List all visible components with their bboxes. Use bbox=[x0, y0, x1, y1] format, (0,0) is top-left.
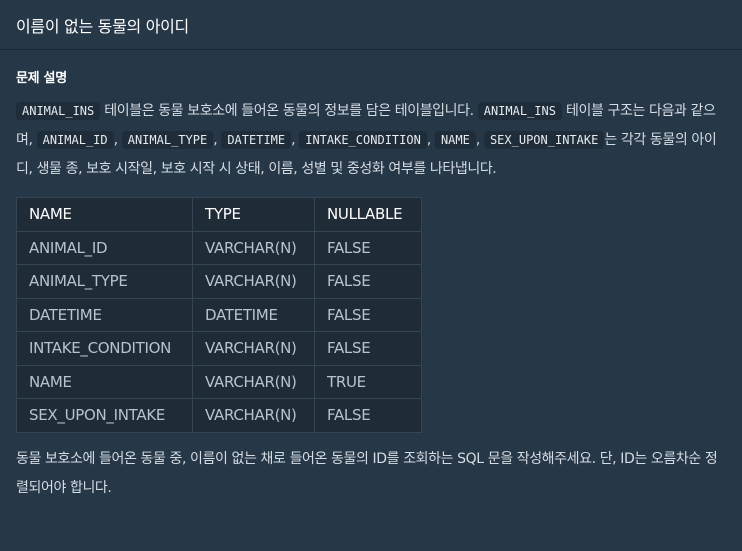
table-row: NAME VARCHAR(N) TRUE bbox=[16, 364, 422, 399]
table-cell: FALSE bbox=[314, 398, 422, 433]
schema-table: NAME TYPE NULLABLE ANIMAL_ID VARCHAR(N) … bbox=[16, 197, 422, 433]
problem-description: ANIMAL_INS 테이블은 동물 보호소에 들어온 동물의 정보를 담은 테… bbox=[16, 97, 726, 184]
table-cell: VARCHAR(N) bbox=[192, 264, 315, 299]
table-cell: DATETIME bbox=[192, 297, 315, 332]
code-animal-ins: ANIMAL_INS bbox=[16, 102, 101, 120]
table-row: DATETIME DATETIME FALSE bbox=[16, 297, 422, 332]
table-cell: SEX_UPON_INTAKE bbox=[16, 398, 193, 433]
column-header-nullable: NULLABLE bbox=[314, 197, 422, 232]
code-intake-condition: INTAKE_CONDITION bbox=[299, 131, 427, 149]
table-cell: ANIMAL_TYPE bbox=[16, 264, 193, 299]
code-sex-upon-intake: SEX_UPON_INTAKE bbox=[483, 131, 605, 149]
code-animal-type: ANIMAL_TYPE bbox=[121, 131, 214, 149]
table-cell: VARCHAR(N) bbox=[192, 398, 315, 433]
table-cell: FALSE bbox=[314, 331, 422, 366]
table-cell: DATETIME bbox=[16, 297, 193, 332]
table-cell: VARCHAR(N) bbox=[192, 230, 315, 265]
table-header-row: NAME TYPE NULLABLE bbox=[16, 197, 422, 232]
problem-task: 동물 보호소에 들어온 동물 중, 이름이 없는 채로 들어온 동물의 ID를 … bbox=[16, 450, 718, 496]
table-row: SEX_UPON_INTAKE VARCHAR(N) FALSE bbox=[16, 398, 422, 433]
table-cell: FALSE bbox=[314, 264, 422, 299]
problem-header: 이름이 없는 동물의 아이디 bbox=[0, 0, 742, 50]
table-cell: FALSE bbox=[314, 297, 422, 332]
table-cell: TRUE bbox=[314, 364, 422, 399]
table-row: ANIMAL_ID VARCHAR(N) FALSE bbox=[16, 230, 422, 265]
column-header-name: NAME bbox=[16, 197, 193, 232]
code-datetime: DATETIME bbox=[221, 131, 292, 149]
table-cell: FALSE bbox=[314, 230, 422, 265]
desc-text-1: 테이블은 동물 보호소에 들어온 동물의 정보를 담은 테이블입니다. bbox=[100, 103, 478, 119]
desc-sep-4: , bbox=[426, 132, 435, 148]
table-cell: ANIMAL_ID bbox=[16, 230, 193, 265]
problem-content: 문제 설명 ANIMAL_INS 테이블은 동물 보호소에 들어온 동물의 정보… bbox=[0, 69, 742, 503]
table-row: INTAKE_CONDITION VARCHAR(N) FALSE bbox=[16, 331, 422, 366]
table-row: ANIMAL_TYPE VARCHAR(N) FALSE bbox=[16, 264, 422, 299]
desc-sep-5: , bbox=[475, 132, 484, 148]
code-animal-id: ANIMAL_ID bbox=[36, 131, 114, 149]
table-cell: VARCHAR(N) bbox=[192, 331, 315, 366]
table-cell: INTAKE_CONDITION bbox=[16, 331, 193, 366]
desc-sep-1: , bbox=[113, 132, 122, 148]
problem-title: 이름이 없는 동물의 아이디 bbox=[16, 16, 189, 36]
table-cell: NAME bbox=[16, 364, 193, 399]
code-animal-ins-2: ANIMAL_INS bbox=[477, 102, 562, 120]
table-cell: VARCHAR(N) bbox=[192, 364, 315, 399]
section-title: 문제 설명 bbox=[16, 71, 67, 86]
column-header-type: TYPE bbox=[192, 197, 315, 232]
code-name: NAME bbox=[434, 131, 476, 149]
